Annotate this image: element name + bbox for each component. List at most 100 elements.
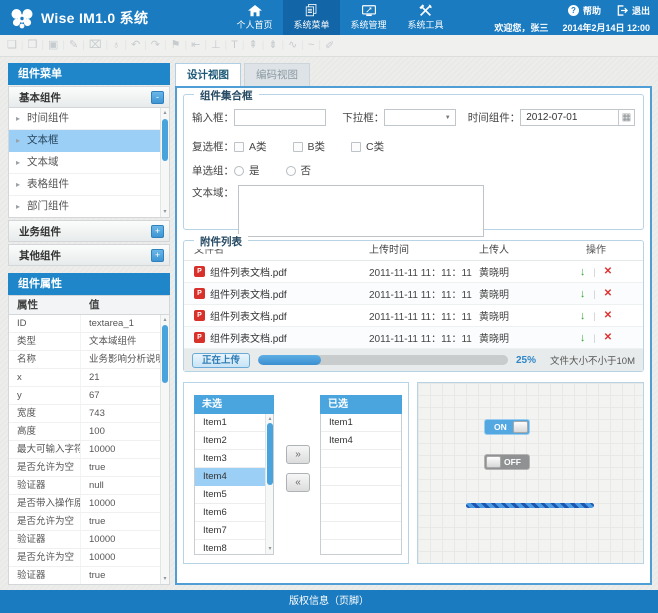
list-item[interactable]: Item1	[195, 414, 273, 432]
list-item[interactable]: Item8	[195, 540, 273, 555]
scrollbar-thumb[interactable]	[162, 325, 168, 383]
tab-code-view[interactable]: 编码视图	[244, 63, 310, 86]
page-down-icon[interactable]: ⇟	[268, 34, 288, 57]
property-row[interactable]: 宽度 743	[9, 405, 169, 423]
scroll-down-icon[interactable]: ▾	[161, 575, 169, 583]
accordion-basic-components[interactable]: 基本组件 -	[8, 86, 170, 108]
list-item[interactable]: Item2	[195, 432, 273, 450]
radio-option[interactable]: 是	[234, 163, 260, 178]
property-row[interactable]: ID textarea_1	[9, 315, 169, 333]
checkbox[interactable]	[234, 142, 244, 152]
nav-item-system-menu[interactable]: 系统菜单	[283, 0, 340, 35]
nav-item-system-tools[interactable]: 系统工具	[397, 0, 454, 35]
expand-icon[interactable]: +	[151, 249, 164, 262]
wave-icon[interactable]: ∿	[288, 34, 308, 57]
sidebar-component-item[interactable]: ▸ 表格组件	[9, 174, 169, 196]
download-icon[interactable]: ↓	[580, 310, 586, 322]
date-picker[interactable]: 2012-07-01 ▦	[520, 109, 635, 126]
scrollbar-thumb[interactable]	[162, 119, 168, 161]
curve-icon[interactable]: ~	[308, 34, 325, 57]
property-row[interactable]: 类型 文本域组件	[9, 333, 169, 351]
toggle-on-switch[interactable]: ON	[484, 419, 530, 435]
publish-icon[interactable]: ♁	[112, 34, 131, 57]
property-row[interactable]: 高度 100	[9, 423, 169, 441]
property-row[interactable]: 名称 业务影响分析说明	[9, 351, 169, 369]
accordion-other-components[interactable]: 其他组件 +	[8, 244, 170, 266]
tab-design-view[interactable]: 设计视图	[175, 63, 241, 86]
toggle-knob[interactable]	[486, 456, 501, 468]
sidebar-component-item[interactable]: ▸ 文本域	[9, 152, 169, 174]
move-right-button[interactable]: »	[286, 445, 310, 464]
property-row[interactable]: 是否允许为空 true	[9, 459, 169, 477]
list-item[interactable]: Item4	[321, 432, 401, 450]
text-input[interactable]	[234, 109, 326, 126]
property-row[interactable]: 是否允许为空 10000	[9, 549, 169, 567]
delete-icon[interactable]: ⌧	[89, 34, 112, 57]
expand-icon[interactable]: +	[151, 225, 164, 238]
scroll-up-icon[interactable]: ▴	[161, 109, 169, 117]
delete-icon[interactable]: ✕	[604, 332, 612, 343]
property-row[interactable]: 是否允许为空 true	[9, 513, 169, 531]
delete-icon[interactable]: ✕	[604, 310, 612, 321]
toggle-knob[interactable]	[513, 421, 528, 433]
download-icon[interactable]: ↓	[580, 288, 586, 300]
help-link[interactable]: 帮助	[583, 4, 601, 17]
scroll-up-icon[interactable]: ▴	[161, 316, 169, 324]
calendar-icon[interactable]: ▦	[618, 110, 634, 125]
checkbox-option[interactable]: A类	[234, 139, 267, 154]
list-item[interactable]: Item1	[321, 414, 401, 432]
list-item[interactable]: Item3	[195, 450, 273, 468]
download-icon[interactable]: ↓	[580, 332, 586, 344]
accordion-business-components[interactable]: 业务组件 +	[8, 220, 170, 242]
delete-icon[interactable]: ✕	[604, 266, 612, 277]
checkbox-option[interactable]: B类	[293, 139, 326, 154]
unselected-scrollbar[interactable]: ▴ ▾	[265, 414, 273, 554]
property-row[interactable]: 验证器 10000	[9, 531, 169, 549]
sidebar-component-item[interactable]: ▸ 时间组件	[9, 108, 169, 130]
download-icon[interactable]: ↓	[580, 266, 586, 278]
pen-icon[interactable]: ✐	[325, 35, 334, 57]
list-item[interactable]: Item4	[195, 468, 273, 486]
save-icon[interactable]: ▣	[48, 34, 69, 57]
dropdown-select[interactable]: ▼	[384, 109, 456, 126]
page-up-icon[interactable]: ⇞	[248, 34, 268, 57]
open-folder-icon[interactable]: ❒	[27, 34, 47, 57]
text-icon[interactable]: T	[231, 34, 248, 57]
property-row[interactable]: 最大可输入字符数 10000	[9, 441, 169, 459]
checkbox[interactable]	[351, 142, 361, 152]
property-row[interactable]: x 21	[9, 369, 169, 387]
checkbox-option[interactable]: C类	[351, 139, 384, 154]
textarea-field[interactable]	[238, 185, 484, 237]
radio-button[interactable]	[286, 166, 296, 176]
scrollbar-thumb[interactable]	[267, 423, 273, 485]
undo-icon[interactable]: ↶	[131, 34, 151, 57]
new-file-icon[interactable]: ❏	[7, 34, 27, 57]
property-row[interactable]: 验证器 null	[9, 477, 169, 495]
list-item[interactable]: Item7	[195, 522, 273, 540]
edit-icon[interactable]: ✎	[69, 34, 89, 57]
sidebar-component-item[interactable]: ▸ 部门组件	[9, 196, 169, 218]
list-item[interactable]: Item5	[195, 486, 273, 504]
sidebar-component-item[interactable]: ▸ 文本框	[9, 130, 169, 152]
scroll-up-icon[interactable]: ▴	[266, 415, 274, 423]
align-left-icon[interactable]: ⇤	[191, 34, 211, 57]
checkbox[interactable]	[293, 142, 303, 152]
collapse-icon[interactable]: -	[151, 91, 164, 104]
properties-scrollbar[interactable]: ▴ ▾	[160, 315, 169, 584]
property-row[interactable]: y 67	[9, 387, 169, 405]
uploading-button[interactable]: 正在上传	[192, 353, 250, 368]
logout-link[interactable]: 退出	[632, 4, 650, 17]
property-row[interactable]: 验证器 true	[9, 567, 169, 585]
delete-icon[interactable]: ✕	[604, 288, 612, 299]
align-bottom-icon[interactable]: ⊥	[211, 34, 231, 57]
list-scrollbar[interactable]: ▴ ▾	[160, 108, 169, 217]
list-item[interactable]: Item6	[195, 504, 273, 522]
flag-icon[interactable]: ⚑	[171, 34, 191, 57]
scroll-down-icon[interactable]: ▾	[161, 208, 169, 216]
move-left-button[interactable]: «	[286, 473, 310, 492]
property-row[interactable]: 是否带入操作原因 10000	[9, 495, 169, 513]
nav-item-system-management[interactable]: 系统管理	[340, 0, 397, 35]
scroll-down-icon[interactable]: ▾	[266, 545, 274, 553]
toggle-off-switch[interactable]: OFF	[484, 454, 530, 470]
radio-option[interactable]: 否	[286, 163, 312, 178]
